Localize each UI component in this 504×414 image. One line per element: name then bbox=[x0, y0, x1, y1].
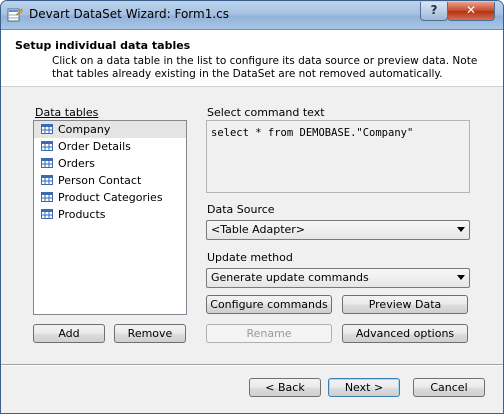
update-method-value: Generate update commands bbox=[211, 271, 369, 284]
configure-commands-button[interactable]: Configure commands bbox=[206, 295, 332, 314]
dataset-wizard-icon bbox=[7, 8, 23, 22]
window-title: Devart DataSet Wizard: Form1.cs bbox=[29, 7, 230, 21]
chevron-down-icon bbox=[457, 227, 465, 232]
list-item-label: Products bbox=[58, 208, 106, 221]
data-tables-label: Data tables bbox=[35, 106, 98, 119]
list-item-label: Orders bbox=[58, 157, 95, 170]
list-item-person-contact[interactable]: Person Contact bbox=[34, 172, 186, 189]
chevron-down-icon bbox=[457, 275, 465, 280]
list-item-label: Product Categories bbox=[58, 191, 163, 204]
back-button[interactable]: < Back bbox=[249, 378, 321, 397]
wizard-window: Devart DataSet Wizard: Form1.cs ? ✕ Setu… bbox=[0, 0, 504, 414]
cancel-button[interactable]: Cancel bbox=[413, 378, 485, 397]
advanced-options-button[interactable]: Advanced options bbox=[342, 324, 468, 343]
page-description: Click on a data table in the list to con… bbox=[52, 55, 478, 80]
page-title: Setup individual data tables bbox=[15, 39, 191, 52]
list-item-products[interactable]: Products bbox=[34, 206, 186, 223]
remove-button[interactable]: Remove bbox=[114, 324, 186, 343]
footer-separator bbox=[1, 364, 503, 366]
table-icon bbox=[41, 158, 53, 168]
table-icon bbox=[41, 209, 53, 219]
title-bar[interactable]: Devart DataSet Wizard: Form1.cs ? ✕ bbox=[1, 1, 503, 30]
data-source-value: <Table Adapter> bbox=[211, 223, 306, 236]
next-button[interactable]: Next > bbox=[328, 378, 400, 397]
list-item-product-categories[interactable]: Product Categories bbox=[34, 189, 186, 206]
wizard-header: Setup individual data tables Click on a … bbox=[1, 30, 503, 87]
table-icon bbox=[41, 124, 53, 134]
list-item-company[interactable]: Company bbox=[34, 121, 186, 138]
table-icon bbox=[41, 141, 53, 151]
table-icon bbox=[41, 192, 53, 202]
close-button[interactable]: ✕ bbox=[447, 2, 495, 21]
command-text: select * from DEMOBASE."Company" bbox=[211, 127, 414, 139]
data-tables-list[interactable]: Company Order Details Orders Person Cont… bbox=[33, 120, 187, 315]
command-text-box[interactable]: select * from DEMOBASE."Company" bbox=[206, 120, 470, 193]
data-source-label: Data Source bbox=[207, 203, 275, 216]
update-method-select[interactable]: Generate update commands bbox=[206, 268, 470, 288]
data-source-select[interactable]: <Table Adapter> bbox=[206, 220, 470, 240]
preview-data-button[interactable]: Preview Data bbox=[342, 295, 468, 314]
update-method-label: Update method bbox=[207, 251, 293, 264]
help-button[interactable]: ? bbox=[420, 2, 448, 21]
command-text-label: Select command text bbox=[207, 106, 325, 119]
table-icon bbox=[41, 175, 53, 185]
list-item-orders[interactable]: Orders bbox=[34, 155, 186, 172]
list-item-label: Order Details bbox=[58, 140, 131, 153]
list-item-label: Person Contact bbox=[58, 174, 142, 187]
rename-button[interactable]: Rename bbox=[206, 324, 332, 343]
list-item-label: Company bbox=[58, 123, 111, 136]
data-tables-label-text: Data tables bbox=[35, 106, 99, 119]
add-button[interactable]: Add bbox=[33, 324, 105, 343]
list-item-order-details[interactable]: Order Details bbox=[34, 138, 186, 155]
